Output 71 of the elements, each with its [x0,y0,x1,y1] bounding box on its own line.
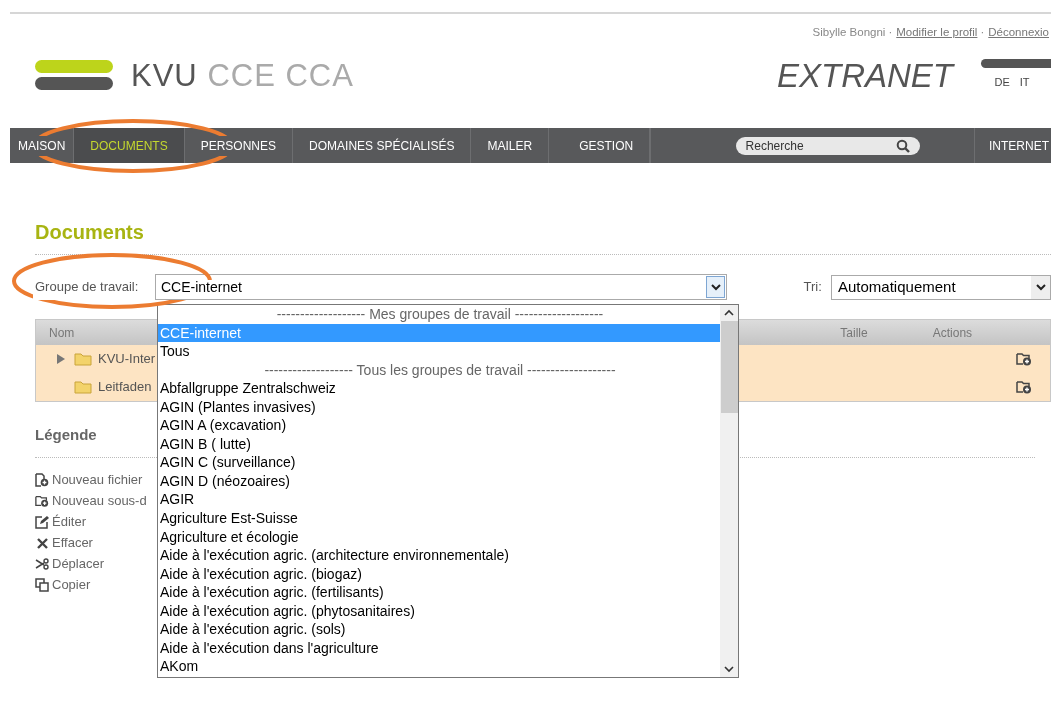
dropdown-option[interactable]: Agriculture Est-Suisse [158,509,720,528]
column-header: Nom [49,324,75,342]
separator-dot: · [980,25,985,40]
search-icon[interactable] [895,138,910,153]
dropdown-option[interactable]: Aide à l'exécution dans l'agriculture [158,638,720,658]
legend-label: Nouveau sous-d [52,492,147,511]
dropdown-option[interactable]: AGIN D (néozoaires) [158,471,720,491]
legend-label: Copier [52,576,91,595]
logo-text: KVU CCE CCA [131,56,354,95]
search-field[interactable]: Recherche [735,136,920,155]
nav-tab[interactable]: GESTION [563,128,651,163]
sort-select[interactable]: Automatiquement [831,274,1051,300]
column-header: Actions [932,324,973,342]
dropdown-option[interactable]: Aide à l'exécution agric. (biogaz) [158,564,720,584]
scissors-icon [35,558,49,570]
sort-label: Tri: [803,278,823,297]
nav-tab[interactable]: PERSONNES [184,128,294,163]
dropdown-option[interactable]: Aide à l'exécution agric. (architecture environnementale) [158,546,720,565]
file-plus-icon [35,473,49,487]
dropdown-option[interactable]: AKom [158,657,720,676]
dropdown-option[interactable]: Aide à l'exécution agric. (fertilisants) [158,583,720,602]
dropdown-option[interactable]: Abfallgruppe Zentralschweiz [158,379,720,398]
expand-arrow-icon[interactable] [57,354,65,364]
legend-title: Légende [35,425,97,445]
nav-tab[interactable]: DOCUMENTS [74,128,185,163]
dropdown-option[interactable]: AGIN B ( lutte) [158,434,720,454]
legend-label: Déplacer [52,555,105,574]
internet-link[interactable]: INTERNET [974,128,1051,163]
page-title: Documents [35,220,145,244]
folder-icon [74,380,92,394]
user-name: Sibylle Bongni [812,25,886,40]
column-header: Taille [840,324,868,342]
folder-icon [74,352,92,366]
profile-link[interactable]: Modifier le profil [896,24,978,42]
chevron-down-icon [1035,283,1046,291]
chevron-down-icon [710,283,721,291]
nav-tab[interactable]: MAILER [471,128,550,163]
folder-name: Leitfaden [98,378,152,397]
folder-name: KVU-Inter [98,350,156,369]
dropdown-option[interactable]: AGIN A (excavation) [158,416,720,435]
separator-dot: · [888,25,893,40]
dropdown-option[interactable]: Aide à l'exécution agric. (sols) [158,620,720,639]
site-title: EXTRANET [776,56,953,97]
dropdown-option[interactable]: AGIR [158,490,720,509]
folder-plus-icon[interactable] [1016,380,1032,394]
group-select[interactable]: CCE-internet [155,274,728,300]
dropdown-option[interactable]: Agriculture et écologie [158,527,720,547]
legend-label: Nouveau fichier [52,471,143,490]
legend-label: Éditer [52,513,86,532]
folder-plus-icon[interactable] [1016,352,1032,366]
option-group-label: ------------------- Tous les groupes de travail ------------------- [263,360,617,380]
language-link[interactable]: IT [1019,74,1030,91]
search-input[interactable]: Recherche [745,136,896,155]
folder-plus-icon [35,494,49,508]
dropdown-option[interactable]: AGIN (Plantes invasives) [158,397,720,417]
language-bar [981,59,1051,69]
dropdown-option[interactable]: Aide à l'exécution agric. (phytosanitaires) [158,601,720,621]
nav-tab[interactable]: DOMAINES SPÉCIALISÉS [293,128,472,163]
dropdown-option[interactable]: Tous [158,342,720,361]
profile-link[interactable]: Déconnexio [988,24,1049,42]
close-icon [35,536,49,550]
copy-icon [35,578,49,592]
language-link[interactable]: DE [994,74,1010,91]
legend-label: Effacer [52,534,93,553]
dropdown-option[interactable]: AGIN C (surveillance) [158,453,720,472]
edit-icon [35,515,49,529]
logo-icon [35,60,113,92]
scroll-thumb[interactable] [720,321,738,413]
scrollbar[interactable] [720,305,738,677]
filter-label: Groupe de travail: [35,278,140,297]
option-group-label: ------------------- Mes groupes de travail ------------------- [275,305,605,324]
